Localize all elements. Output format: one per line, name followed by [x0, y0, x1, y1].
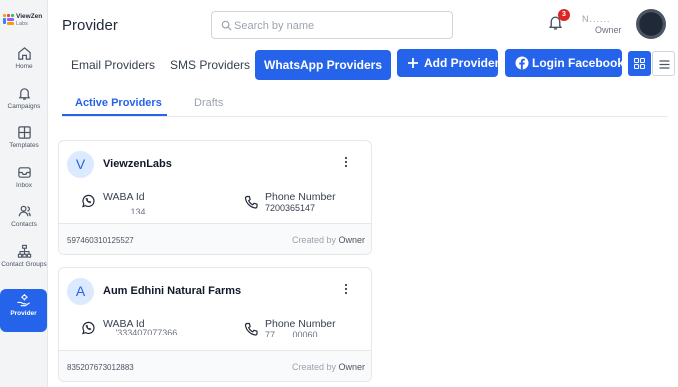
- sidebar-item-templates[interactable]: Templates: [0, 125, 48, 165]
- more-options-icon[interactable]: [341, 155, 351, 169]
- add-provider-label: Add Provider: [424, 56, 500, 70]
- provider-id: 835207673012883: [67, 363, 134, 372]
- sidebar-item-contact-groups[interactable]: Contact Groups: [0, 244, 48, 284]
- whatsapp-icon: [82, 194, 95, 208]
- sitemap-icon: [17, 244, 31, 258]
- sidebar-item-inbox[interactable]: Inbox: [0, 165, 48, 205]
- tab-whatsapp-providers[interactable]: WhatsApp Providers: [255, 50, 392, 80]
- grid-icon: [17, 126, 31, 139]
- provider-name: Aum Edhini Natural Farms: [103, 285, 242, 297]
- more-options-icon[interactable]: [341, 282, 351, 296]
- card-footer: 597460310125527 Created by Owner: [59, 223, 371, 254]
- list-view-button[interactable]: [652, 51, 675, 76]
- card-footer: 835207673012883 Created by Owner: [59, 350, 371, 381]
- avatar[interactable]: [636, 9, 666, 39]
- brand-name: ViewZen: [16, 13, 43, 20]
- search-input[interactable]: [234, 17, 444, 34]
- search-box: [211, 11, 453, 39]
- add-provider-button[interactable]: Add Provider: [397, 49, 500, 77]
- sidebar-item-label: Campaigns: [7, 103, 41, 110]
- whatsapp-icon: [82, 321, 95, 335]
- phone-number-label: Phone Number: [265, 191, 336, 203]
- phone-icon: [244, 195, 258, 209]
- page-title: Provider: [62, 17, 118, 34]
- tab-sms-providers[interactable]: SMS Providers: [170, 50, 250, 80]
- facebook-icon: [515, 56, 529, 70]
- brand-sub: Labs: [16, 21, 28, 27]
- tab-drafts[interactable]: Drafts: [194, 97, 223, 109]
- active-tab-indicator: [62, 114, 167, 116]
- sidebar-item-contacts[interactable]: Contacts: [0, 204, 48, 244]
- tab-email-providers[interactable]: Email Providers: [71, 50, 155, 80]
- home-icon: [17, 47, 31, 60]
- logo-mark-icon: [3, 14, 15, 28]
- notifications-button[interactable]: 3: [547, 9, 570, 34]
- provider-avatar: A: [67, 278, 94, 305]
- login-facebook-button[interactable]: Login Facebook: [505, 49, 625, 77]
- phone-number-value: 7200365147: [265, 203, 316, 213]
- bell-icon: [18, 88, 30, 100]
- list-view-icon: [659, 60, 670, 69]
- sidebar: ViewZen Labs Home Campaigns Templates In…: [0, 0, 48, 387]
- provider-id: 597460310125527: [67, 236, 134, 245]
- user-role: Owner: [595, 25, 622, 35]
- sidebar-item-label: Templates: [9, 142, 39, 149]
- provider-name: ViewzenLabs: [103, 158, 172, 170]
- hand-gear-icon: [17, 293, 30, 307]
- inbox-icon: [17, 167, 31, 178]
- notification-badge: 3: [558, 9, 570, 21]
- tab-active-providers[interactable]: Active Providers: [75, 97, 162, 109]
- grid-view-icon: [634, 58, 645, 69]
- plus-icon: [408, 58, 418, 68]
- sidebar-item-label: Contacts: [11, 221, 37, 228]
- created-by: Created by Owner: [291, 362, 365, 372]
- phone-number-value: 77.......00060: [265, 330, 318, 337]
- sidebar-item-label: Contact Groups: [1, 261, 47, 268]
- provider-card[interactable]: A Aum Edhini Natural Farms WABA Id .....…: [58, 267, 372, 382]
- waba-id-value: .....'333407077366: [103, 328, 178, 335]
- search-icon: [221, 20, 232, 31]
- provider-card[interactable]: V ViewzenLabs WABA Id ...........134....…: [58, 140, 372, 255]
- waba-id-label: WABA Id: [103, 191, 145, 203]
- sidebar-item-provider[interactable]: Provider: [0, 289, 47, 332]
- tabs-divider: [62, 116, 668, 117]
- phone-number-label: Phone Number: [265, 318, 336, 330]
- sidebar-item-label: Home: [15, 63, 33, 70]
- sidebar-item-campaigns[interactable]: Campaigns: [0, 86, 48, 126]
- waba-id-value: ...........134........: [103, 207, 166, 214]
- users-icon: [18, 205, 31, 217]
- user-name: N......: [582, 14, 611, 24]
- sidebar-item-label: Provider: [10, 310, 37, 317]
- sidebar-item-home[interactable]: Home: [0, 46, 48, 86]
- brand-logo[interactable]: ViewZen Labs: [3, 12, 47, 32]
- sidebar-item-label: Inbox: [16, 182, 32, 189]
- provider-avatar: V: [67, 151, 94, 178]
- phone-icon: [244, 322, 258, 336]
- grid-view-button[interactable]: [628, 51, 651, 76]
- created-by: Created by Owner: [291, 235, 365, 245]
- login-facebook-label: Login Facebook: [532, 56, 625, 70]
